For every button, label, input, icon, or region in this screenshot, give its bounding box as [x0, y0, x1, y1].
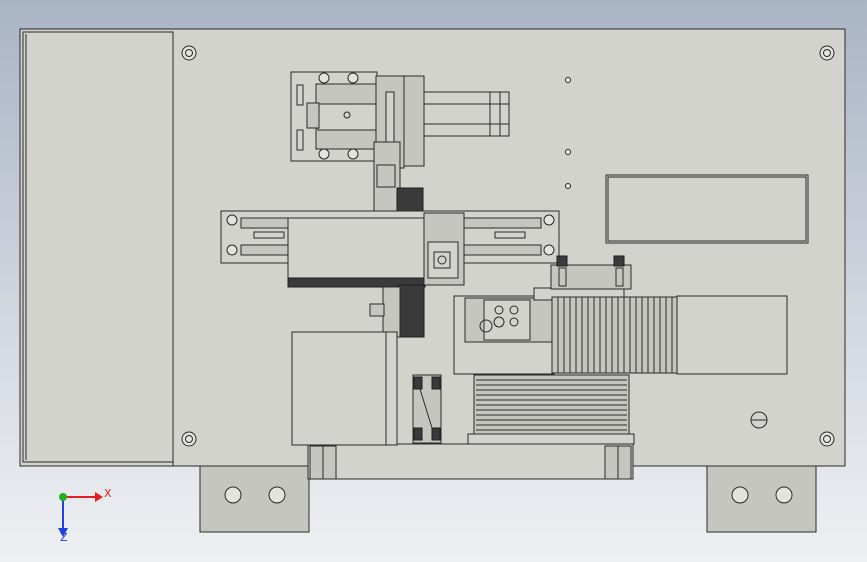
machine-drawing: X Z: [19, 28, 846, 544]
slider-block: [287, 217, 426, 279]
lower-bellows: [467, 374, 635, 445]
x-axis-label: X: [104, 487, 112, 500]
label-panel: [605, 174, 809, 244]
lower-column-dark: [397, 284, 425, 338]
vertical-arm: [373, 141, 401, 223]
cad-viewport[interactable]: X Z: [0, 0, 867, 562]
z-axis-label: Z: [60, 531, 68, 544]
axis-triad: X Z: [58, 487, 112, 544]
bolt-bracket: [412, 374, 442, 444]
lower-housing: [291, 331, 398, 446]
y-axis-dot: [59, 493, 67, 501]
side-door-panel: [22, 31, 174, 463]
bellows-cylinder: [551, 295, 788, 375]
bottom-rail: [307, 443, 634, 480]
